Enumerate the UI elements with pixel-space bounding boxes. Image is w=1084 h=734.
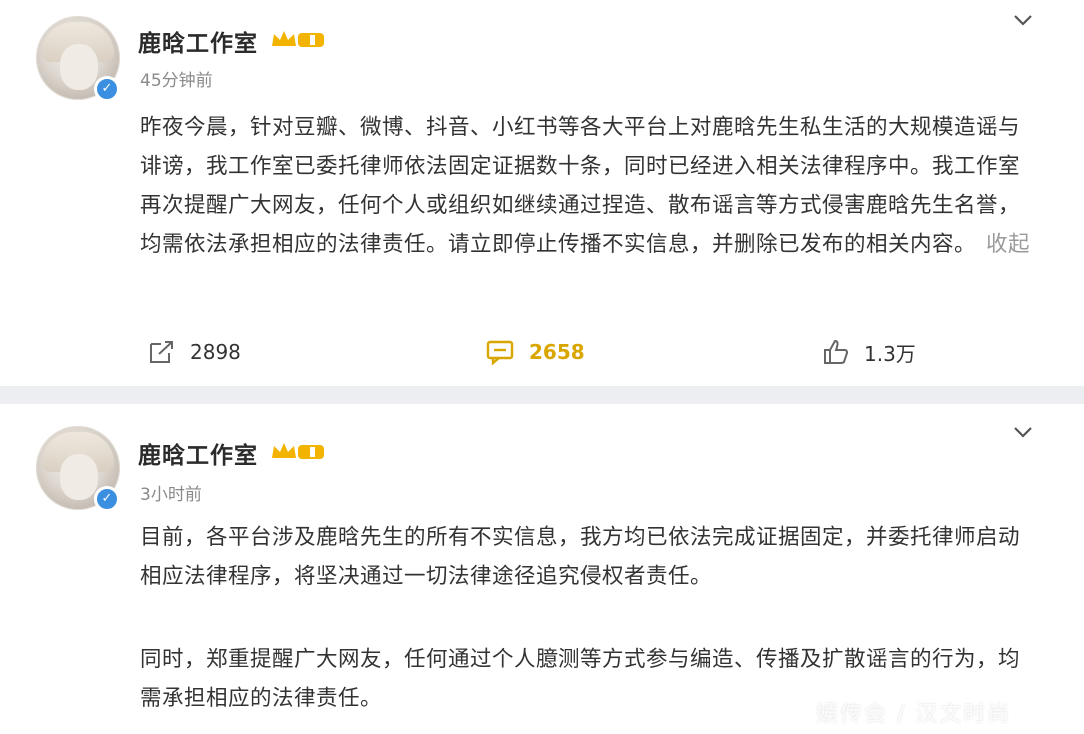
weibo-post-2: ✓ 鹿晗工作室 3小时前 目前，各平台涉及鹿晗先生的所有不实信息，我方均已依法完… [0,404,1084,734]
repost-button[interactable]: 2898 [148,336,241,368]
repost-count: 2898 [190,340,241,364]
comment-button[interactable]: 2658 [485,336,585,368]
post-body-text: 昨夜今晨，针对豆瓣、微博、抖音、小红书等各大平台上对鹿晗先生私生活的大规模造谣与… [140,115,1021,257]
post-username[interactable]: 鹿晗工作室 [138,24,258,58]
watermark: 娱传会 / 汉文时尚 [816,702,1012,727]
collapse-link[interactable]: 收起 [986,232,1030,257]
comment-count: 2658 [529,340,585,364]
post-time: 45分钟前 [140,71,213,91]
chevron-down-icon[interactable] [1012,424,1034,440]
like-button[interactable]: 1.3万 [822,336,916,368]
like-count: 1.3万 [864,341,916,366]
verified-badge-icon: ✓ [94,76,120,102]
weibo-post-1: ✓ 鹿晗工作室 45分钟前 昨夜今晨，针对豆瓣、微博、抖音、小红书等各大平台上对… [0,0,1084,386]
post-time: 3小时前 [140,485,202,505]
post-body: 昨夜今晨，针对豆瓣、微博、抖音、小红书等各大平台上对鹿晗先生私生活的大规模造谣与… [140,108,1035,264]
chevron-down-icon[interactable] [1012,12,1034,28]
repost-icon [150,341,173,363]
crown-vip-icon [272,31,324,47]
comment-icon [486,340,514,365]
like-icon [824,339,849,364]
verified-badge-icon: ✓ [94,486,120,512]
action-bar: 2898 2658 1.3万 [0,330,1084,374]
crown-vip-icon [272,443,324,459]
post-paragraph-1: 目前，各平台涉及鹿晗先生的所有不实信息，我方均已依法完成证据固定，并委托律师启动… [140,525,1021,589]
post-username[interactable]: 鹿晗工作室 [138,436,258,470]
